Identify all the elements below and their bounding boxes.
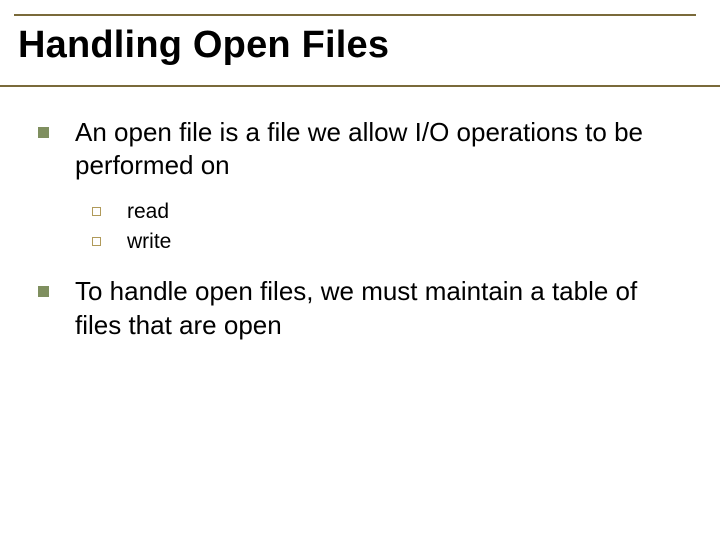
hollow-square-bullet-icon	[92, 237, 101, 246]
bullet-level2: read	[92, 197, 684, 227]
sub-bullet-text: write	[127, 227, 684, 257]
title-rule-bottom	[0, 85, 720, 87]
title-area: Handling Open Files	[14, 14, 696, 83]
bullet-text: To handle open files, we must maintain a…	[75, 275, 684, 342]
slide-body: An open file is a file we allow I/O oper…	[38, 116, 684, 356]
sub-bullet-text: read	[127, 197, 684, 227]
bullet-level1: To handle open files, we must maintain a…	[38, 275, 684, 342]
square-bullet-icon	[38, 127, 49, 138]
slide: Handling Open Files An open file is a fi…	[0, 0, 720, 540]
sub-list: read write	[92, 197, 684, 258]
square-bullet-icon	[38, 286, 49, 297]
bullet-level2: write	[92, 227, 684, 257]
title-rule-top	[14, 14, 696, 16]
slide-title: Handling Open Files	[14, 14, 696, 77]
bullet-level1: An open file is a file we allow I/O oper…	[38, 116, 684, 183]
hollow-square-bullet-icon	[92, 207, 101, 216]
bullet-text: An open file is a file we allow I/O oper…	[75, 116, 684, 183]
